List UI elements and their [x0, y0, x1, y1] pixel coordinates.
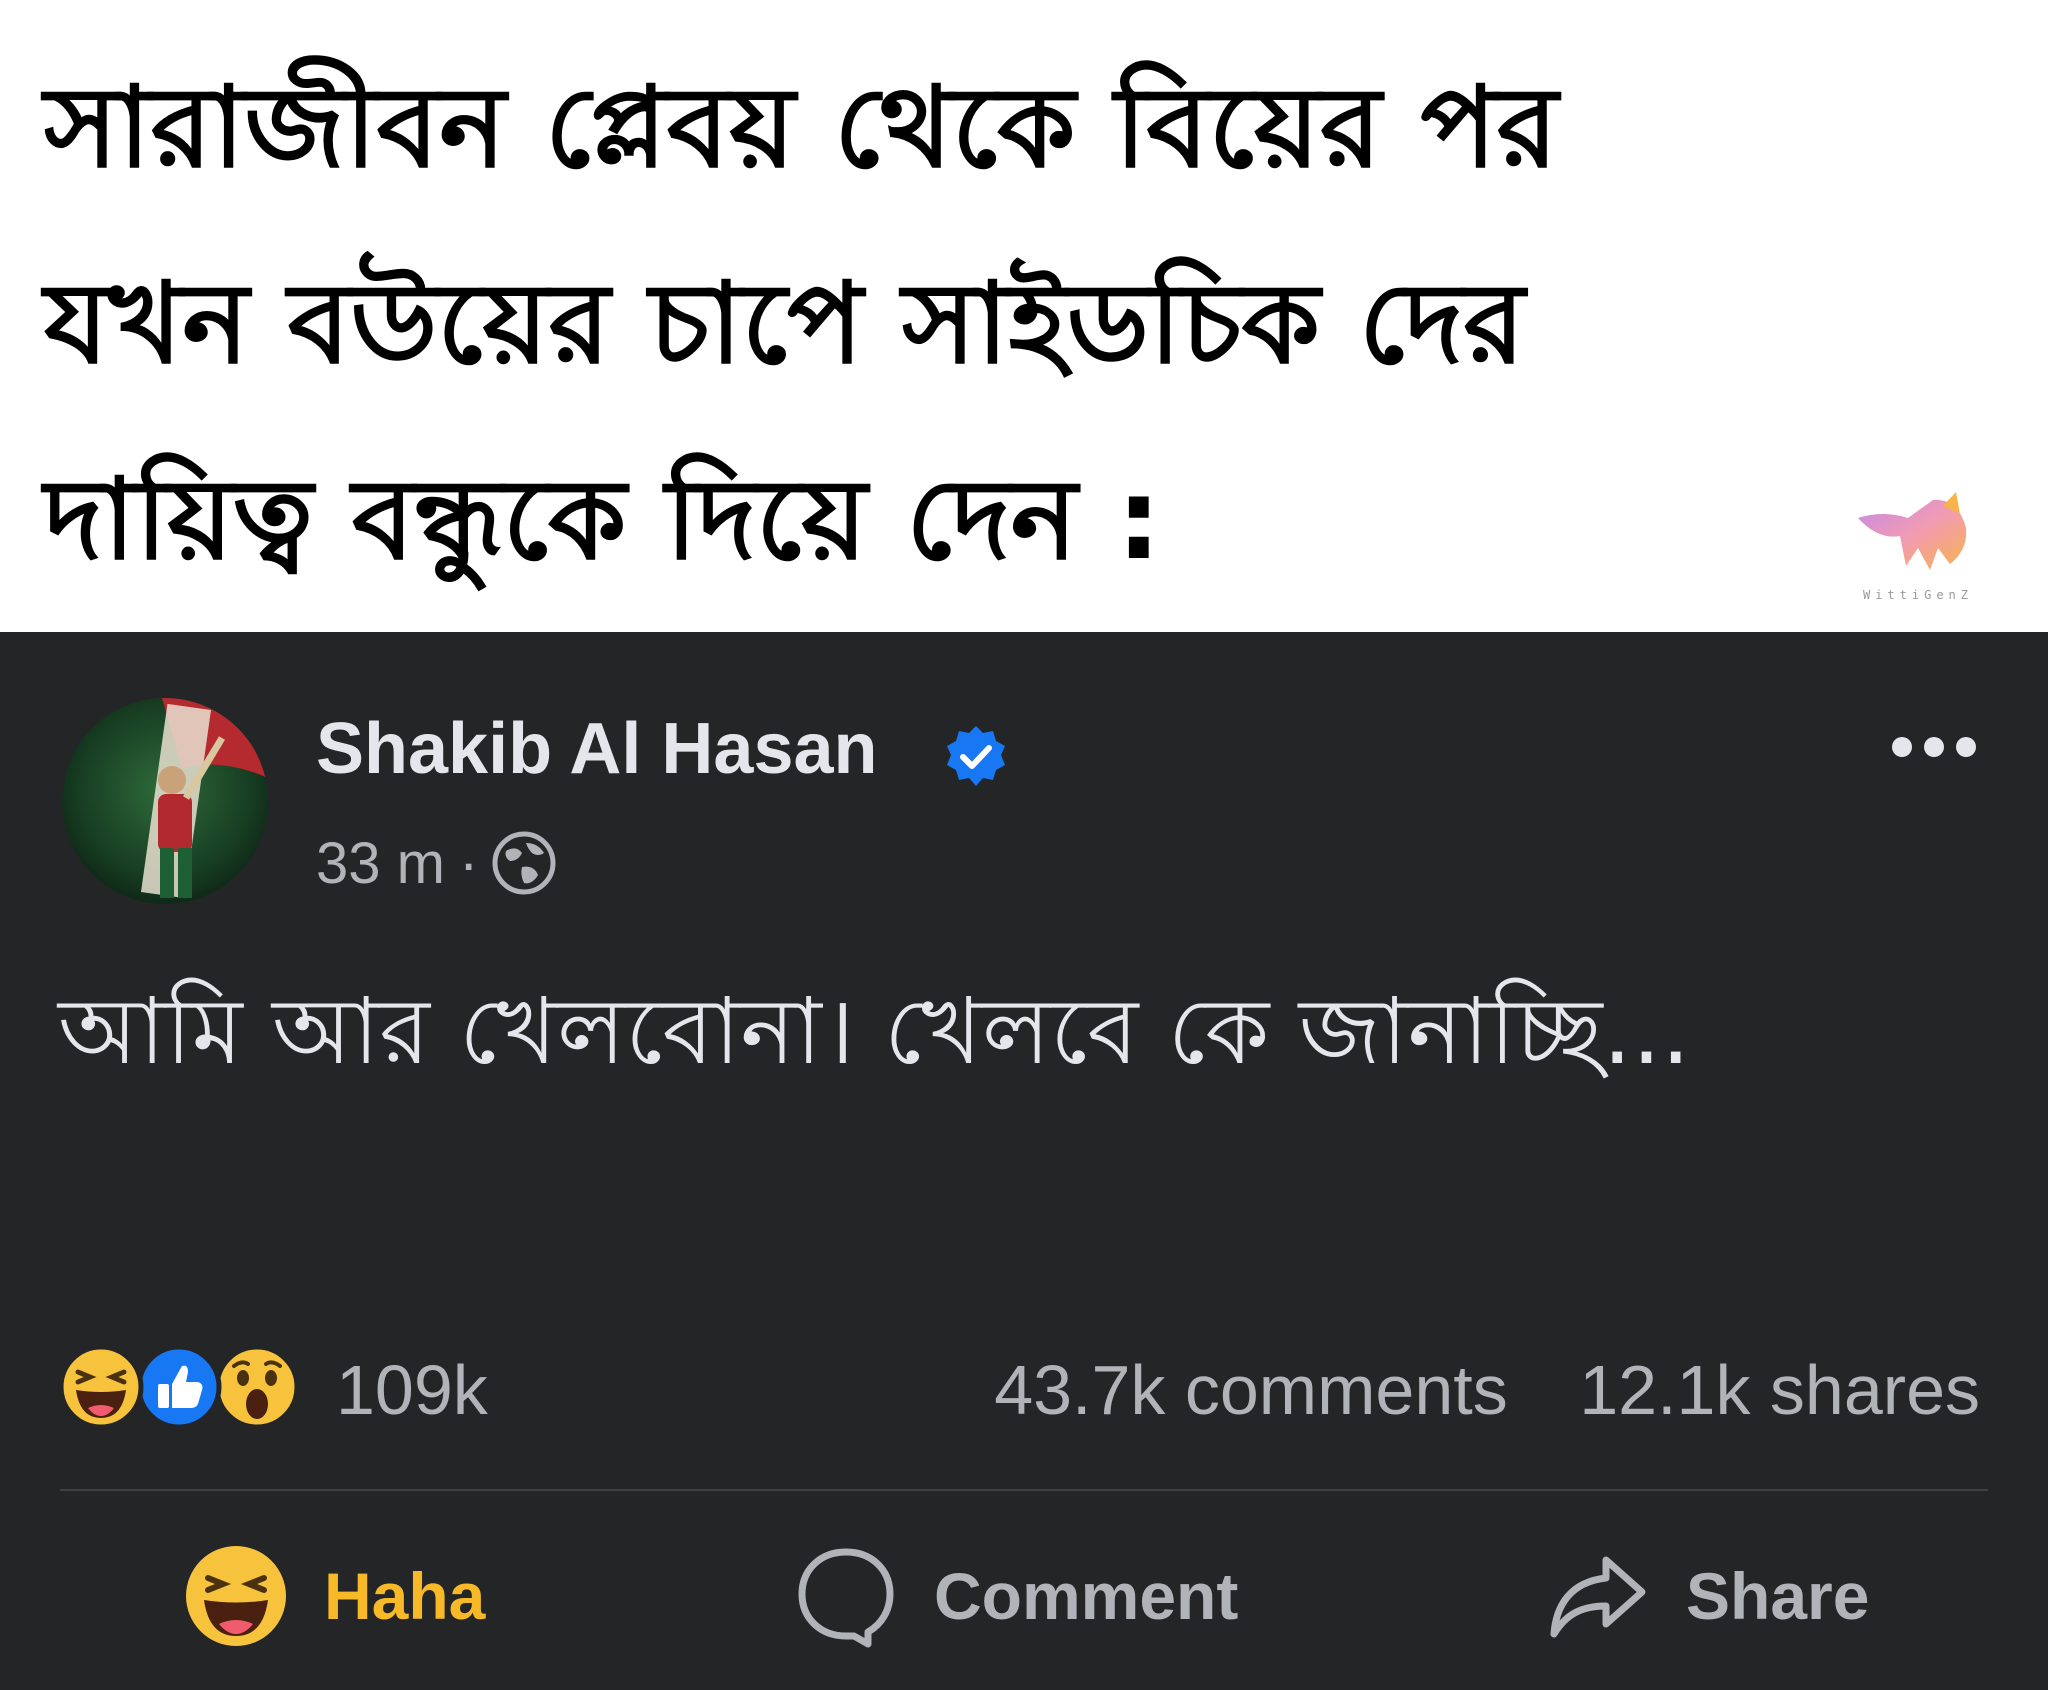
avatar[interactable] [62, 698, 268, 904]
divider [60, 1489, 1988, 1491]
watermark-text: WittiGenZ [1862, 588, 1974, 602]
action-bar: Haha Comment Share [0, 1540, 2048, 1652]
share-button[interactable]: Share [1544, 1540, 1869, 1652]
verified-badge-icon [947, 726, 1005, 786]
meme-header: সারাজীবন প্লেবয় থেকে বিয়ের পর যখন বউয়… [0, 0, 2048, 632]
haha-label: Haha [324, 1559, 486, 1633]
post-timestamp[interactable]: 33 m [316, 830, 445, 897]
globe-icon[interactable] [492, 831, 556, 895]
reaction-count[interactable]: 109k [336, 1350, 488, 1430]
author-name[interactable]: Shakib Al Hasan [316, 708, 878, 790]
post-meta: 33 m · [316, 828, 556, 898]
meme-caption: সারাজীবন প্লেবয় থেকে বিয়ের পর যখন বউয়… [44, 63, 1559, 585]
comment-icon [798, 1548, 894, 1648]
shares-count[interactable]: 12.1k shares [1579, 1351, 1980, 1429]
share-label: Share [1686, 1559, 1870, 1633]
share-icon [1550, 1556, 1646, 1638]
meta-separator: · [458, 830, 479, 896]
comment-button[interactable]: Comment [792, 1540, 1238, 1652]
facebook-post-card: Shakib Al Hasan 33 m · আমি আর খেলবোনা। খ… [0, 632, 2048, 1690]
wow-emoji-icon[interactable] [214, 1344, 300, 1430]
fox-logo-icon [1858, 492, 1967, 570]
haha-icon [186, 1546, 286, 1646]
like-emoji-icon[interactable] [136, 1344, 222, 1430]
haha-emoji-icon[interactable] [58, 1344, 144, 1430]
comment-label: Comment [934, 1559, 1239, 1633]
more-options-icon[interactable] [1888, 732, 1980, 762]
comments-count[interactable]: 43.7k comments [994, 1351, 1508, 1429]
watermark-logo: WittiGenZ [1838, 488, 1998, 606]
engagement-stats: 43.7k comments 12.1k shares [994, 1350, 1980, 1430]
post-text: আমি আর খেলবোনা। খেলবে কে জানাচ্ছি... [58, 978, 1691, 1085]
haha-reaction-button[interactable]: Haha [182, 1540, 485, 1652]
reactions-row: 109k 43.7k comments 12.1k shares [58, 1344, 1980, 1434]
